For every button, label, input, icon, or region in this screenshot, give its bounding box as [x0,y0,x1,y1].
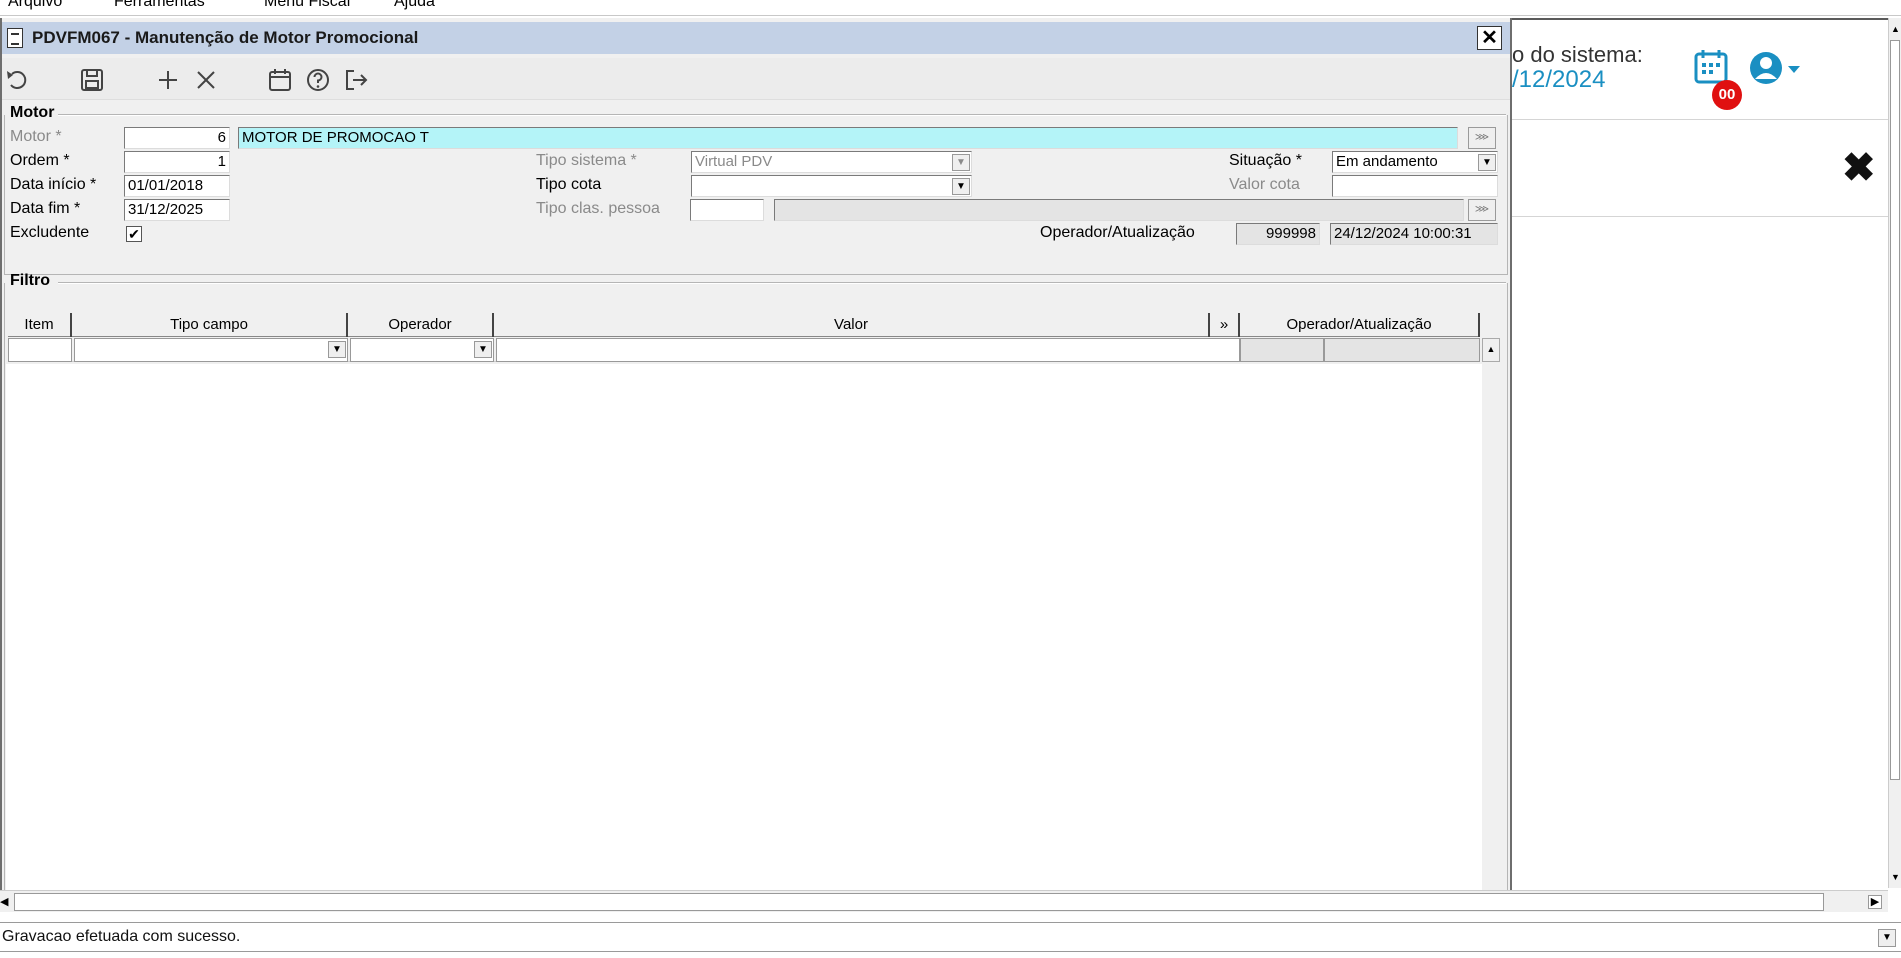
excludente-label: Excludente [10,224,90,241]
user-menu-icon[interactable] [1748,50,1804,86]
chevron-down-icon[interactable]: ▼ [952,154,970,171]
column-valor[interactable]: Valor [494,313,1210,337]
chevron-down-icon[interactable]: ▼ [328,341,346,358]
scroll-down-icon[interactable]: ▼ [1889,870,1901,884]
chevron-down-icon[interactable]: ▼ [952,178,970,195]
tipo-sistema-label: Tipo sistema * [536,152,637,169]
system-date-label: o do sistema: [1512,42,1643,67]
status-message: Gravacao efetuada com sucesso. [2,928,241,945]
system-date-value: /12/2024 [1512,66,1606,93]
filtro-grid-body [6,364,1482,902]
operador-atualizacao-label: Operador/Atualização [1040,224,1195,241]
data-fim-label: Data fim * [10,200,81,217]
toolbar [2,58,1510,100]
scroll-thumb[interactable] [1890,40,1900,780]
menu-ajuda[interactable]: Ajuda [394,0,435,11]
tipo-clas-pessoa-lookup-button[interactable]: ⋙ [1468,199,1496,221]
tipo-cota-select[interactable]: ▼ [691,175,972,197]
tipo-clas-pessoa-label: Tipo clas. pessoa [536,200,660,217]
data-inicio-field[interactable]: 01/01/2018 [124,175,230,197]
chevron-down-icon[interactable]: ▼ [1878,929,1896,947]
document-icon [7,28,23,48]
panel-separator [1512,119,1892,120]
scroll-left-icon[interactable]: ◀ [0,895,8,908]
tipo-sistema-value: Virtual PDV [695,153,773,170]
dialog-title: PDVFM067 - Manutenção de Motor Promocion… [32,28,419,47]
tipo-cota-label: Tipo cota [536,176,602,193]
data-fim-field[interactable]: 31/12/2025 [124,199,230,221]
notification-badge: 00 [1712,80,1742,110]
grid-scroll-up-icon[interactable]: ▲ [1482,338,1500,362]
horizontal-scrollbar[interactable]: ◀ ▶ [0,890,1888,912]
motor-description-field[interactable]: MOTOR DE PROMOCAO T [238,127,1458,149]
save-icon[interactable] [78,66,106,94]
add-icon[interactable] [154,66,182,94]
atualizacao-field: 24/12/2024 10:00:31 [1330,223,1498,245]
tipo-campo-select[interactable]: ▼ [74,338,348,362]
atualizacao-cell [1324,338,1480,362]
panel-separator [1512,216,1892,217]
motor-code-field[interactable]: 6 [124,127,230,149]
delete-icon[interactable] [192,66,220,94]
background-web-panel: o do sistema: /12/2024 00 ✖ [1510,18,1892,898]
column-operador[interactable]: Operador [348,313,494,337]
situacao-select[interactable]: Em andamento ▼ [1332,151,1498,173]
chevron-down-icon[interactable]: ▼ [1478,154,1496,171]
menu-menu-fiscal[interactable]: Menu Fiscal [264,0,350,11]
calendar-icon[interactable] [266,66,294,94]
ordem-field[interactable]: 1 [124,151,230,173]
situacao-value: Em andamento [1336,153,1438,170]
operador-cell [1240,338,1324,362]
valor-cota-field[interactable] [1332,175,1498,197]
situacao-label: Situação * [1229,152,1302,169]
help-icon[interactable] [304,66,332,94]
undo-icon[interactable] [4,66,32,94]
motor-label: Motor * [10,128,62,145]
column-item[interactable]: Item [8,313,72,337]
motor-promocional-dialog: PDVFM067 - Manutenção de Motor Promocion… [0,18,1512,908]
menu-arquivo[interactable]: Arquivo [8,0,62,11]
scroll-up-icon[interactable]: ▲ [1889,22,1901,36]
scroll-right-icon[interactable]: ▶ [1868,895,1882,909]
tipo-sistema-select[interactable]: Virtual PDV ▼ [691,151,972,173]
column-expand[interactable]: » [1210,313,1240,337]
filtro-grid-header: Item Tipo campo Operador Valor » Operado… [8,313,1480,337]
motor-lookup-button[interactable]: ⋙ [1468,127,1496,149]
menu-bar: Arquivo Ferramentas Menu Fiscal Ajuda [0,0,1901,16]
exit-icon[interactable] [342,66,370,94]
data-inicio-label: Data início * [10,176,97,193]
column-operador-atualizacao[interactable]: Operador/Atualização [1240,313,1480,337]
status-bar: Gravacao efetuada com sucesso. ▼ [0,922,1901,952]
ordem-label: Ordem * [10,152,70,169]
page-vertical-scrollbar[interactable]: ▲ ▼ [1888,18,1901,888]
column-tipo-campo[interactable]: Tipo campo [72,313,348,337]
horizontal-scroll-thumb[interactable] [14,893,1824,911]
chevron-down-icon[interactable]: ▼ [474,341,492,358]
menu-ferramentas[interactable]: Ferramentas [114,0,205,11]
operador-select[interactable]: ▼ [350,338,494,362]
tipo-clas-pessoa-code-field[interactable] [690,199,764,221]
excludente-checkbox[interactable]: ✔ [126,226,142,242]
dialog-title-bar: PDVFM067 - Manutenção de Motor Promocion… [2,22,1510,54]
item-cell[interactable] [8,338,72,362]
operador-field: 999998 [1236,223,1320,245]
valor-cell[interactable] [496,338,1240,362]
table-row: ▼ ▼ [8,338,1480,362]
tipo-clas-pessoa-description-field [774,199,1464,221]
close-icon[interactable]: ✖ [1842,148,1876,188]
dialog-close-button[interactable]: ✕ [1477,26,1502,50]
valor-cota-label: Valor cota [1229,176,1300,193]
panel-top-border [1512,18,1892,20]
